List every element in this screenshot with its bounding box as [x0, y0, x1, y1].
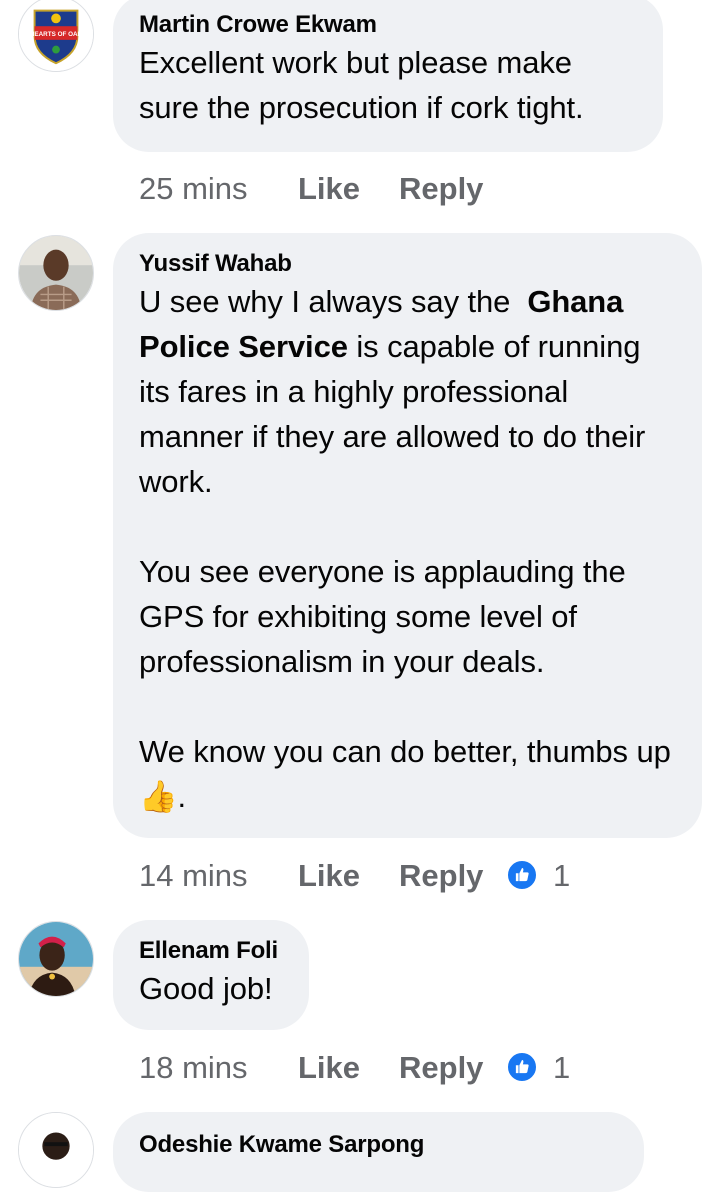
thumbs-up-icon: [515, 868, 529, 882]
profile-photo-icon: [19, 236, 93, 310]
reply-button[interactable]: Reply: [399, 169, 483, 209]
comment-text-part: U see why I always say the: [139, 284, 528, 319]
comment-timestamp[interactable]: 25 mins: [139, 169, 248, 209]
comment-text-paragraph: You see everyone is applauding the GPS f…: [139, 554, 635, 679]
comment-actions: 14 mins Like Reply 1: [139, 856, 599, 896]
svg-text:HEARTS OF OAK: HEARTS OF OAK: [30, 31, 83, 38]
like-reaction-icon[interactable]: [506, 1051, 538, 1083]
comment-text: U see why I always say the Ghana Police …: [139, 279, 676, 504]
comment-bubble: Odeshie Kwame Sarpong: [113, 1112, 644, 1192]
commenter-name[interactable]: Odeshie Kwame Sarpong: [139, 1130, 618, 1160]
commenter-name[interactable]: Martin Crowe Ekwam: [139, 10, 637, 40]
reaction-count[interactable]: 1: [553, 856, 570, 896]
reply-button[interactable]: Reply: [399, 1048, 483, 1088]
reply-button[interactable]: Reply: [399, 856, 483, 896]
reaction-count[interactable]: 1: [553, 1048, 570, 1088]
like-button[interactable]: Like: [298, 169, 360, 209]
avatar[interactable]: HEARTS OF OAK: [18, 0, 94, 72]
hearts-of-oak-crest-icon: HEARTS OF OAK: [19, 0, 93, 71]
thumbs-up-icon: [515, 1060, 529, 1074]
comment-timestamp[interactable]: 18 mins: [139, 1048, 248, 1088]
like-button[interactable]: Like: [298, 856, 360, 896]
comment-text: Good job!: [139, 971, 273, 1006]
avatar[interactable]: [18, 235, 94, 311]
comment-bubble: Ellenam Foli Good job!: [113, 920, 309, 1030]
comment-text-paragraph: We know you can do better, thumbs up 👍.: [139, 729, 676, 819]
like-reaction-icon[interactable]: [506, 859, 538, 891]
comment-bubble: Yussif Wahab U see why I always say the …: [113, 233, 702, 838]
avatar[interactable]: [18, 921, 94, 997]
profile-photo-icon: [19, 922, 93, 996]
comment-bubble: Martin Crowe Ekwam Excellent work but pl…: [113, 0, 663, 152]
comment-text-part: We know you can do better, thumbs up: [139, 734, 671, 769]
like-button[interactable]: Like: [298, 1048, 360, 1088]
comment-text: Excellent work but please make sure the …: [139, 45, 584, 125]
commenter-name[interactable]: Ellenam Foli: [139, 936, 283, 966]
commenter-name[interactable]: Yussif Wahab: [139, 249, 676, 279]
profile-photo-icon: [19, 1113, 93, 1187]
thumbs-up-emoji-icon: 👍: [139, 779, 178, 814]
comment-actions: 18 mins Like Reply 1: [139, 1048, 599, 1088]
avatar[interactable]: [18, 1112, 94, 1188]
comment-text-part: .: [177, 779, 187, 814]
comment-timestamp[interactable]: 14 mins: [139, 856, 248, 896]
